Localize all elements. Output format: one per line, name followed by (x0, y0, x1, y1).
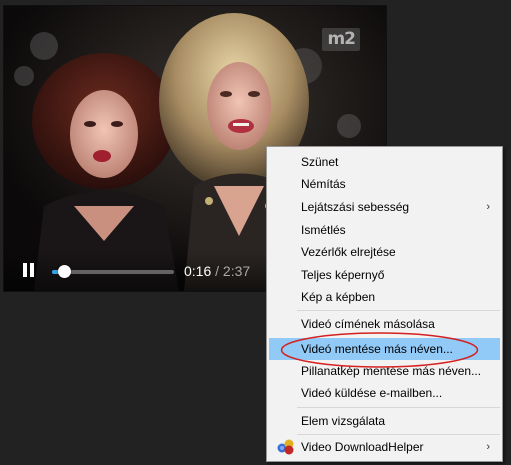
menu-item-save-snapshot-as[interactable]: Pillanatkép mentése más néven... (269, 360, 500, 382)
current-time: 0:16 (184, 263, 212, 279)
menu-item-label: Videó küldése e-mailben... (301, 386, 443, 400)
pause-icon-bar-left (23, 263, 27, 277)
menu-separator (297, 407, 500, 408)
pause-button[interactable] (22, 263, 36, 279)
seek-bar-thumb[interactable] (58, 265, 72, 278)
menu-item-loop[interactable]: Ismétlés (269, 219, 500, 241)
menu-item-label: Videó címének másolása (301, 317, 435, 331)
time-display: 0:16 / 2:37 (184, 263, 250, 279)
menu-item-picture-in-picture[interactable]: Kép a képben (269, 286, 500, 308)
menu-item-email-video[interactable]: Videó küldése e-mailben... (269, 382, 500, 404)
pause-icon-bar-right (30, 263, 34, 277)
menu-separator (297, 434, 500, 435)
video-downloadhelper-icon (277, 439, 294, 455)
menu-item-label: Némítás (301, 177, 346, 191)
menu-item-label: Teljes képernyő (301, 268, 385, 282)
menu-item-label: Vezérlők elrejtése (301, 245, 396, 259)
menu-item-label: Lejátszási sebesség (301, 200, 410, 214)
time-separator: / (215, 263, 220, 279)
menu-separator (297, 310, 500, 311)
menu-item-inspect-element[interactable]: Elem vizsgálata (269, 410, 500, 432)
submenu-arrow-icon: › (486, 201, 490, 213)
menu-item-video-downloadhelper[interactable]: Video DownloadHelper › (269, 436, 500, 458)
menu-item-label: Pillanatkép mentése más néven... (301, 364, 482, 378)
menu-item-label: Kép a képben (301, 290, 376, 304)
menu-item-hide-controls[interactable]: Vezérlők elrejtése (269, 241, 500, 263)
duration: 2:37 (222, 263, 251, 279)
menu-item-pause[interactable]: Szünet (269, 151, 500, 173)
menu-item-playback-speed[interactable]: Lejátszási sebesség › (269, 196, 500, 218)
context-menu: Szünet Némítás Lejátszási sebesség › Ism… (266, 146, 503, 462)
submenu-arrow-icon: › (486, 441, 490, 453)
seek-bar[interactable] (52, 265, 174, 278)
menu-item-fullscreen[interactable]: Teljes képernyő (269, 264, 500, 286)
menu-item-label: Szünet (301, 155, 339, 169)
menu-item-save-video-as[interactable]: Videó mentése más néven... (269, 338, 500, 360)
menu-item-label: Video DownloadHelper (301, 440, 424, 454)
menu-item-label: Ismétlés (301, 223, 346, 237)
menu-item-copy-video-url[interactable]: Videó címének másolása (269, 313, 500, 335)
menu-item-label: Elem vizsgálata (301, 414, 386, 428)
channel-logo: m2 (322, 28, 360, 51)
menu-item-label: Videó mentése más néven... (301, 342, 453, 356)
menu-item-mute[interactable]: Némítás (269, 173, 500, 195)
